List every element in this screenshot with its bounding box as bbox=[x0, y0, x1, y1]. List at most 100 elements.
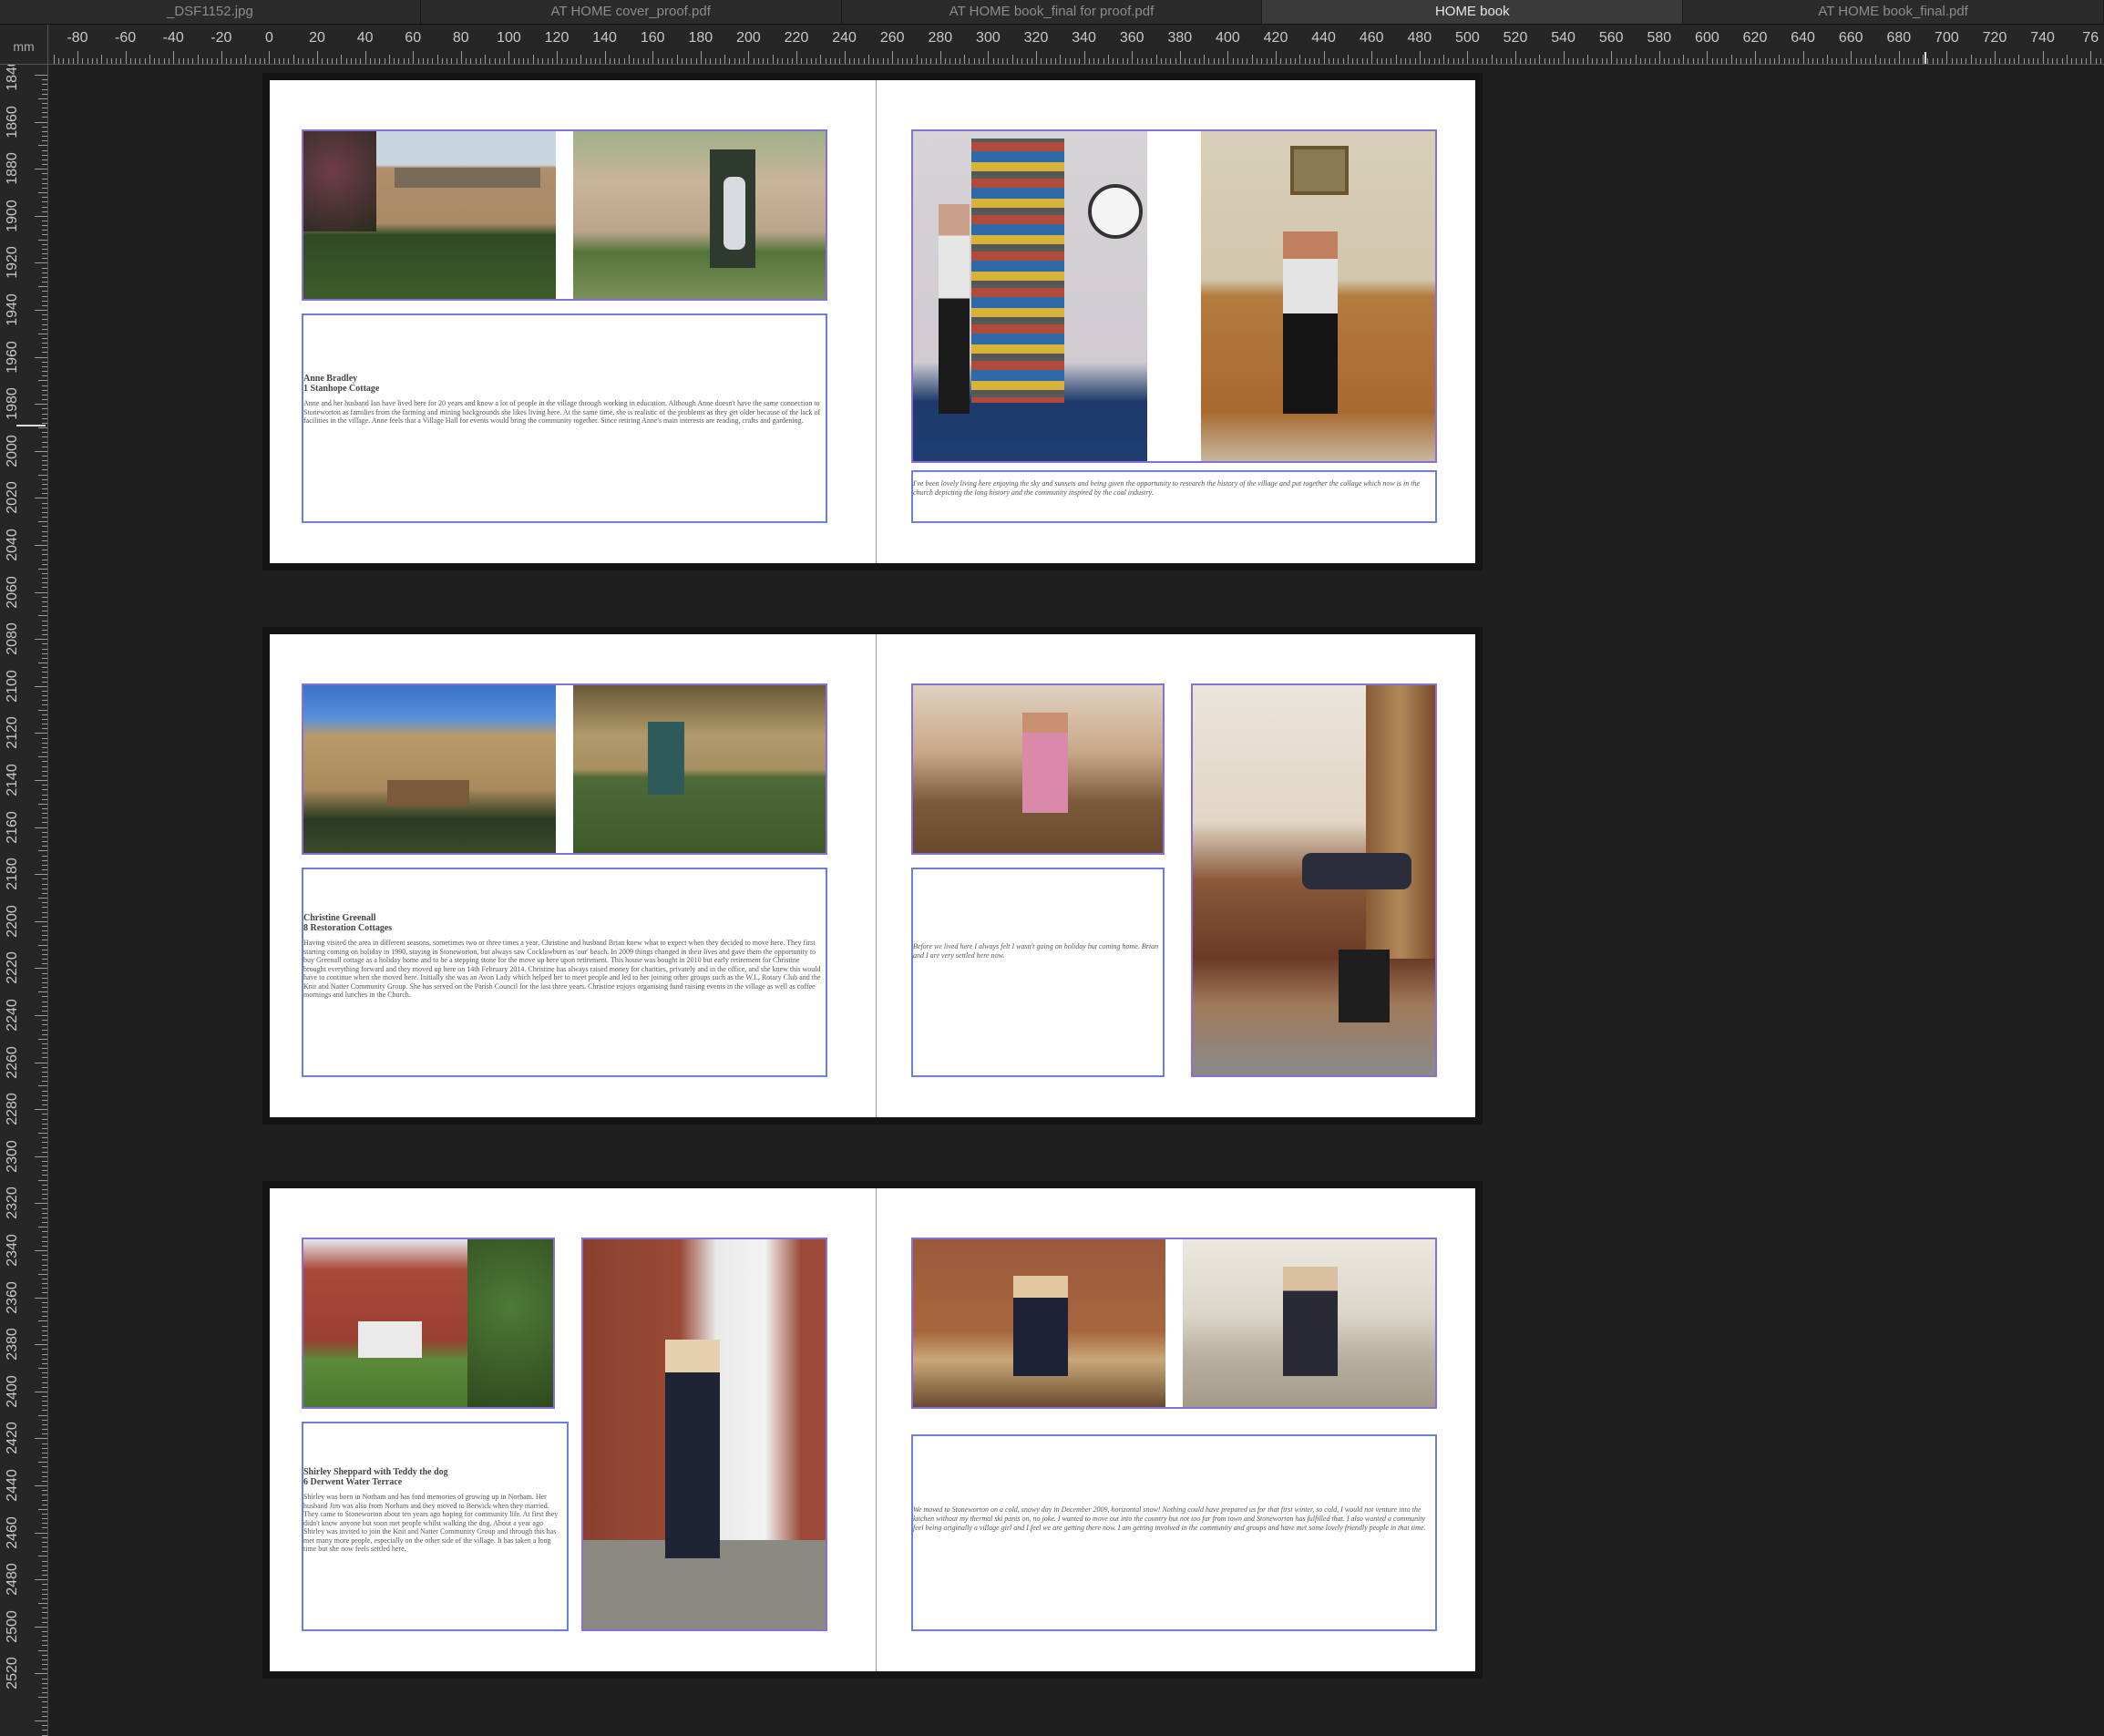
quote-text: Before we lived here I always felt I was… bbox=[913, 942, 1159, 960]
biography-text-block: Anne Bradley 1 Stanhope Cottage Anne and… bbox=[303, 374, 823, 426]
ruler-tick bbox=[1055, 58, 1056, 64]
ruler-tick bbox=[42, 1325, 47, 1327]
ruler-tick bbox=[547, 58, 549, 64]
tab-cover-proof[interactable]: AT HOME cover_proof.pdf bbox=[421, 0, 842, 24]
ruler-label: -20 bbox=[210, 30, 232, 46]
photo-woman-holding-dog[interactable] bbox=[583, 1239, 826, 1629]
ruler-label: 480 bbox=[1407, 30, 1432, 46]
spread-page-area: Anne Bradley 1 Stanhope Cottage Anne and… bbox=[270, 80, 1475, 563]
ruler-tick bbox=[42, 1429, 47, 1431]
ruler-tick bbox=[42, 1687, 47, 1689]
photo-cottage-exterior[interactable] bbox=[303, 131, 556, 299]
ruler-tick bbox=[35, 920, 47, 922]
image-frame-house-photo[interactable] bbox=[302, 1238, 555, 1409]
ruler-tick bbox=[38, 98, 47, 99]
image-frame-woman-reading[interactable] bbox=[911, 683, 1165, 855]
ruler-tick bbox=[259, 58, 261, 64]
ruler-tick bbox=[42, 667, 47, 669]
image-frame-house-photos[interactable] bbox=[302, 129, 827, 301]
ruler-tick bbox=[42, 859, 47, 861]
text-frame-biography[interactable]: Shirley Sheppard with Teddy the dog 6 De… bbox=[302, 1422, 569, 1631]
ruler-tick bbox=[835, 58, 836, 64]
photo-couple-on-sofa[interactable] bbox=[1193, 685, 1435, 1075]
photo-woman-conservatory[interactable] bbox=[1183, 1239, 1435, 1407]
ruler-tick bbox=[42, 902, 47, 904]
text-frame-biography[interactable]: Anne Bradley 1 Stanhope Cottage Anne and… bbox=[302, 313, 827, 523]
ruler-label: 2280 bbox=[5, 1093, 20, 1125]
ruler-label: 120 bbox=[544, 30, 570, 46]
ruler-tick bbox=[1793, 58, 1795, 64]
image-frame-woman-with-dog[interactable] bbox=[581, 1238, 827, 1631]
image-frame-interior-photos[interactable] bbox=[911, 1238, 1437, 1409]
ruler-label: 1900 bbox=[5, 200, 20, 232]
ruler-tick bbox=[42, 1123, 47, 1125]
ruler-tick bbox=[1083, 51, 1085, 64]
footstool-shape bbox=[1339, 950, 1390, 1022]
ruler-label: 2040 bbox=[5, 529, 20, 561]
ruler-tick bbox=[1299, 55, 1301, 64]
ruler-tick bbox=[988, 51, 990, 64]
ruler-tick bbox=[1371, 51, 1373, 64]
text-frame-quote[interactable]: We moved to Stoneworton on a cold, snowy… bbox=[911, 1434, 1437, 1631]
image-frame-interior-photos[interactable] bbox=[911, 129, 1437, 463]
ruler-tick bbox=[1122, 58, 1124, 64]
spread-2[interactable]: Christine Greenall 8 Restoration Cottage… bbox=[262, 627, 1483, 1125]
ruler-tick bbox=[42, 1057, 47, 1059]
ruler-tick bbox=[580, 55, 582, 64]
ruler-tick bbox=[1160, 58, 1162, 64]
photo-woman-reading-wicker-chair[interactable] bbox=[913, 1239, 1165, 1407]
ruler-tick bbox=[42, 883, 47, 885]
photo-woman-at-garden-gate[interactable] bbox=[573, 685, 826, 853]
ruler-tick bbox=[42, 502, 47, 504]
ruler-tick bbox=[42, 319, 47, 321]
photo-woman-reading-bookshelf[interactable] bbox=[913, 131, 1147, 461]
ruler-tick bbox=[1707, 51, 1709, 64]
ruler-label: 280 bbox=[928, 30, 953, 46]
ruler-tick bbox=[42, 1207, 47, 1209]
ruler-tick bbox=[369, 58, 371, 64]
ruler-tick bbox=[1405, 58, 1406, 64]
ruler-tick bbox=[1438, 58, 1440, 64]
photo-brick-house-garden[interactable] bbox=[303, 1239, 553, 1407]
tab-book-final[interactable]: AT HOME book_final.pdf bbox=[1683, 0, 2104, 24]
spread-1[interactable]: Anne Bradley 1 Stanhope Cottage Anne and… bbox=[262, 73, 1483, 570]
ruler-tick bbox=[1917, 58, 1919, 64]
photo-woman-reading-armchair[interactable] bbox=[913, 685, 1163, 853]
ruler-tick bbox=[1366, 58, 1368, 64]
photo-terraced-cottages[interactable] bbox=[303, 685, 556, 853]
image-frame-house-photos[interactable] bbox=[302, 683, 827, 855]
ruler-tick bbox=[1276, 51, 1277, 64]
text-frame-quote[interactable]: Before we lived here I always felt I was… bbox=[911, 868, 1165, 1077]
image-frame-couple-lounge[interactable] bbox=[1191, 683, 1437, 1077]
ruler-tick bbox=[42, 187, 47, 189]
ruler-tick bbox=[42, 1527, 47, 1529]
ruler-label: 580 bbox=[1647, 30, 1672, 46]
ruler-tick bbox=[42, 1514, 47, 1515]
photo-woman-at-door[interactable] bbox=[573, 131, 826, 299]
ruler-tick bbox=[38, 1649, 47, 1651]
ruler-tick bbox=[42, 817, 47, 819]
vertical-ruler[interactable]: 1840 1860 1880 1900 1920 1940 1960 1980 2000 2020… bbox=[0, 64, 48, 1736]
text-frame-biography[interactable]: Christine Greenall 8 Restoration Cottage… bbox=[302, 868, 827, 1077]
ruler-tick bbox=[35, 1579, 47, 1581]
tab-home-book[interactable]: HOME book bbox=[1262, 0, 1684, 24]
text-frame-quote[interactable]: I've been lovely living here enjoying th… bbox=[911, 470, 1437, 523]
ruler-tick bbox=[42, 182, 47, 184]
horizontal-ruler[interactable]: -80 -60 -40 -20 0 20 40 60 80 100 120 140 160 180 200 2… bbox=[0, 25, 2104, 65]
ruler-tick bbox=[1347, 55, 1349, 64]
ruler-tick bbox=[2037, 58, 2039, 64]
ruler-label: 2200 bbox=[5, 905, 20, 938]
ruler-tick bbox=[1093, 58, 1095, 64]
photo-woman-on-sofa[interactable] bbox=[1201, 131, 1435, 461]
tab-dsf1152[interactable]: _DSF1152.jpg bbox=[0, 0, 421, 24]
ruler-label: 340 bbox=[1072, 30, 1096, 46]
tab-book-final-for-proof[interactable]: AT HOME book_final for proof.pdf bbox=[842, 0, 1263, 24]
ruler-tick bbox=[628, 55, 630, 64]
ruler-tick bbox=[1342, 58, 1344, 64]
ruler-tick bbox=[42, 695, 47, 697]
spread-3[interactable]: Shirley Sheppard with Teddy the dog 6 De… bbox=[262, 1181, 1483, 1679]
ruler-tick bbox=[667, 58, 668, 64]
ruler-label: 1880 bbox=[5, 152, 20, 185]
ruler-tick bbox=[42, 1240, 47, 1242]
ruler-tick bbox=[1242, 58, 1244, 64]
